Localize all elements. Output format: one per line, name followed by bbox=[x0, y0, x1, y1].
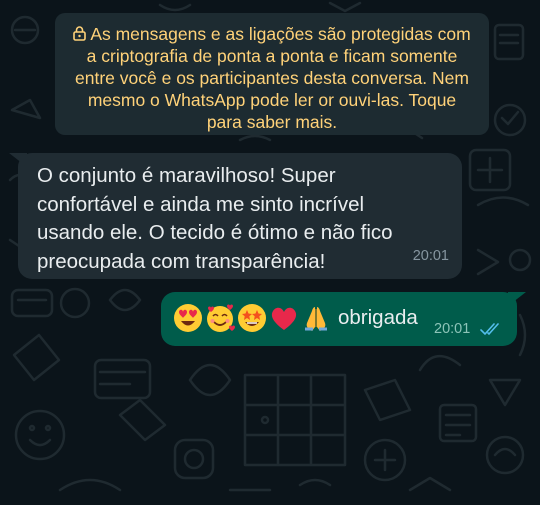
outgoing-message-bubble[interactable]: obrigada 20:01 bbox=[161, 292, 526, 346]
star-struck-emoji bbox=[238, 304, 266, 332]
message-text: O conjunto é maravilhoso! Super confortá… bbox=[37, 162, 437, 276]
heart-eyes-emoji bbox=[174, 304, 202, 332]
message-timestamp: 20:01 bbox=[434, 321, 471, 337]
notice-line: As mensagens e as ligações são protegida… bbox=[65, 23, 479, 45]
chat-area[interactable]: As mensagens e as ligações são protegida… bbox=[0, 0, 540, 505]
message-text-line-3: usando ele. O tecido é ótimo e não fico bbox=[37, 221, 393, 244]
encryption-notice[interactable]: As mensagens e as ligações são protegida… bbox=[55, 13, 489, 135]
message-text-line-2: confortável e ainda me sinto incrível bbox=[37, 192, 365, 216]
notice-text-line-2: a criptografia de ponta a ponta e ficam … bbox=[86, 46, 458, 66]
lock-icon bbox=[73, 26, 87, 41]
notice-text-line-1: As mensagens e as ligações são protegida… bbox=[90, 24, 471, 44]
notice-text-line-3: entre você e os participantes desta conv… bbox=[75, 68, 469, 88]
emoji-row bbox=[173, 303, 331, 333]
red-heart-emoji bbox=[271, 307, 297, 330]
message-timestamp: 20:01 bbox=[412, 247, 449, 264]
bubble-tail bbox=[9, 153, 27, 167]
smiling-face-with-hearts-emoji bbox=[207, 304, 235, 332]
bubble-tail bbox=[508, 292, 526, 306]
folded-hands-emoji bbox=[305, 307, 327, 331]
message-text: obrigada bbox=[338, 306, 418, 329]
incoming-message-bubble[interactable]: O conjunto é maravilhoso! Super confortá… bbox=[9, 153, 462, 279]
message-text-line-4: preocupada com transparência! bbox=[37, 249, 326, 273]
message-text-line-1: O conjunto é maravilhoso! Super bbox=[37, 164, 336, 187]
double-check-read-icon bbox=[480, 323, 499, 336]
notice-text-line-5: para saber mais. bbox=[206, 112, 338, 132]
notice-text-line-4: mesmo o WhatsApp pode ler or ouvi-las. T… bbox=[87, 90, 457, 110]
